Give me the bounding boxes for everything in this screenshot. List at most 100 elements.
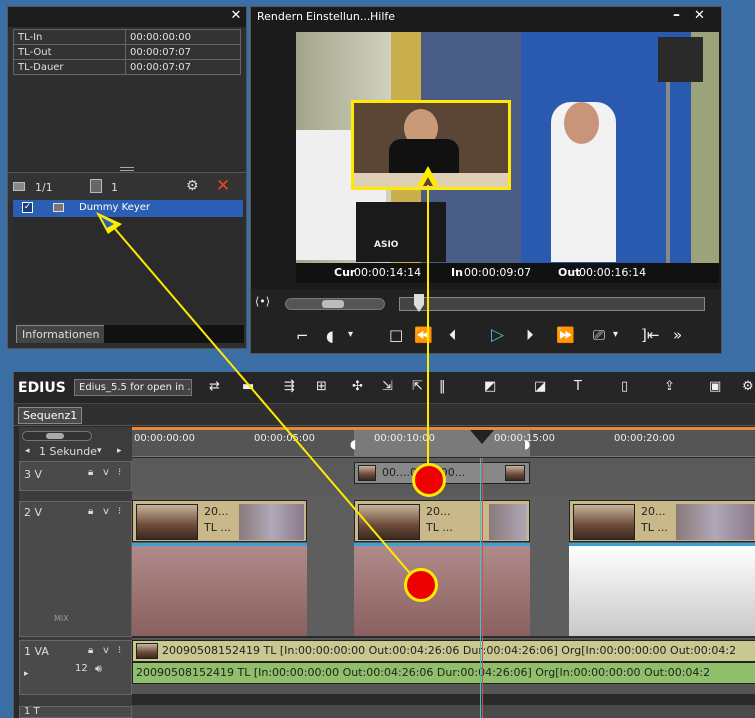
position-slider-thumb[interactable]	[414, 294, 424, 312]
expand-icon[interactable]: ▸	[24, 669, 29, 679]
toolbar-marker-icon[interactable]: ✣	[352, 379, 363, 394]
menu-einstellungen[interactable]: Einstellun...	[306, 10, 370, 23]
clip-label: 20...	[204, 505, 229, 518]
loop-icon[interactable]: ⎚	[593, 326, 605, 344]
speaker-icon[interactable]: 🔊︎	[95, 662, 102, 676]
out-point-marker-icon[interactable]: ◗	[524, 437, 530, 451]
jog-slider[interactable]	[285, 298, 385, 310]
mark-out-icon[interactable]: ◖	[326, 327, 334, 345]
fast-forward-icon[interactable]: ⏩	[556, 326, 575, 344]
info-label: TL-Dauer	[13, 59, 126, 75]
info-value: 00:00:07:07	[125, 59, 241, 75]
checkbox-checked-icon[interactable]: ✓	[22, 202, 33, 213]
step-back-icon[interactable]: ⏴	[449, 326, 457, 344]
va1-audio-clip[interactable]: 20090508152419 TL [In:00:00:00:00 Out:00…	[132, 662, 755, 684]
track-header-1t[interactable]: 1 T	[19, 706, 132, 718]
mixer-keyframe-area[interactable]	[132, 543, 307, 636]
track-header-1va[interactable]: 1 VA 🔒︎ v ⁝ ▸ 12 🔊︎	[19, 640, 132, 695]
minimize-icon[interactable]: –	[673, 7, 680, 23]
va1-video-clip[interactable]: 20090508152419 TL [In:00:00:00:00 Out:00…	[132, 640, 755, 662]
table-row: TL-Out 00:00:07:07	[13, 44, 241, 60]
toolbar-overwrite-icon[interactable]: ⇱	[412, 379, 423, 394]
video-face-right	[564, 102, 599, 144]
visibility-icon[interactable]: v	[103, 645, 109, 656]
lock-icon[interactable]: 🔒︎	[88, 506, 93, 517]
sync-icon[interactable]: ⁝	[118, 467, 121, 478]
lock-icon[interactable]: 🔒︎	[88, 645, 93, 656]
v2-clip-2[interactable]: 20... TL ...	[354, 500, 530, 542]
chevron-down-icon[interactable]: ▾	[348, 329, 353, 340]
video-keyboard	[356, 202, 446, 262]
in-point-marker-icon[interactable]: ◖	[350, 437, 356, 451]
project-name[interactable]: Edius_5.5 for open in ...	[74, 379, 192, 396]
toolbar-export-icon[interactable]: ⇪	[664, 379, 675, 394]
mark-in-icon[interactable]: ⌐	[296, 327, 309, 345]
in-label: In	[451, 266, 463, 279]
lock-icon[interactable]: 🔒︎	[88, 467, 93, 478]
menu-hilfe[interactable]: Hilfe	[370, 10, 395, 23]
splitter-handle[interactable]	[120, 167, 134, 171]
track-header-3v[interactable]: 3 V 🔒︎ v ⁝	[19, 461, 132, 491]
v2-clip-3[interactable]: 20... TL ...	[569, 500, 755, 542]
filter-settings-icon[interactable]: ⚙	[186, 178, 199, 194]
time-ruler[interactable]: 00:00:00:00 00:00:05:00 00:00:10:00 00:0…	[132, 427, 755, 457]
zoom-slider-thumb[interactable]	[46, 433, 64, 439]
toolbar-transition-icon[interactable]: ◩	[484, 379, 496, 394]
track-label: 1 VA	[24, 645, 49, 658]
tab-informationen[interactable]: Informationen	[16, 325, 106, 343]
chevron-down-icon[interactable]: ▾	[613, 329, 618, 340]
jog-slider-thumb[interactable]	[322, 300, 344, 308]
visibility-icon[interactable]: v	[103, 506, 109, 517]
play-icon[interactable]: ▷	[491, 325, 504, 345]
chevron-right-icon[interactable]: ▸	[117, 446, 122, 456]
toolbar-save-icon[interactable]: ▣	[709, 379, 721, 394]
table-row: TL-In 00:00:00:00	[13, 29, 241, 45]
shuttle-icon[interactable]: ⟨•⟩	[255, 295, 270, 308]
playhead-line	[482, 458, 483, 718]
filter-icon	[53, 203, 64, 212]
zoom-slider[interactable]	[22, 431, 92, 441]
tab-sequenz1[interactable]: Sequenz1	[18, 407, 83, 424]
chevron-left-icon[interactable]: ◂	[25, 446, 30, 456]
chevron-down-icon[interactable]: ▾	[97, 446, 102, 456]
filter-list-item[interactable]: ✓ Dummy Keyer	[13, 200, 243, 217]
zoom-label[interactable]: 1 Sekunde	[39, 445, 97, 458]
toolbar-split-icon[interactable]: ‖	[439, 379, 446, 394]
step-forward-icon[interactable]: ⏵	[526, 326, 534, 344]
close-icon[interactable]: ✕	[694, 8, 705, 23]
mixer-keyframe-area[interactable]	[354, 543, 530, 636]
info-value: 00:00:07:07	[125, 44, 241, 60]
toolbar-audio-transition-icon[interactable]: ◪	[534, 379, 546, 394]
clip-label: 20...	[641, 505, 666, 518]
toolbar-settings-icon[interactable]: ⚙	[742, 379, 754, 394]
chevron-right-icon[interactable]: »	[673, 326, 682, 344]
layer-count: 1	[111, 181, 118, 194]
track-header-2v[interactable]: 2 V 🔒︎ v ⁝ MIX	[19, 501, 132, 637]
toolbar-insert-icon[interactable]: ⇲	[382, 379, 393, 394]
sync-icon[interactable]: ⁝	[118, 506, 121, 517]
video-preview: ASIO	[296, 32, 719, 264]
toolbar-sync-icon[interactable]: ⇄	[209, 379, 220, 394]
video-speaker	[658, 37, 703, 82]
rewind-icon[interactable]: ⏪	[414, 326, 433, 344]
toolbar-title-icon[interactable]: T	[574, 379, 582, 394]
visibility-icon[interactable]: v	[103, 467, 109, 478]
info-panel-close-icon[interactable]: ✕	[228, 7, 244, 25]
toolbar-tracks-icon[interactable]: ⊞	[316, 379, 327, 394]
stop-icon[interactable]: □	[389, 326, 403, 344]
toolbar-clip-icon[interactable]: ▬	[242, 379, 254, 394]
menu-rendern[interactable]: Rendern	[257, 10, 303, 23]
clip-label: TL ...	[426, 521, 453, 534]
position-slider[interactable]	[399, 294, 705, 312]
playhead-icon[interactable]	[470, 430, 494, 444]
clip-thumbnail	[573, 504, 635, 540]
delete-icon[interactable]: ✕	[216, 176, 230, 196]
tab-strip-empty	[104, 325, 244, 343]
info-panel-titlebar[interactable]: ✕	[8, 7, 246, 27]
toolbar-new-icon[interactable]: ▯	[621, 379, 628, 394]
v2-clip-1[interactable]: 20... TL ...	[132, 500, 307, 542]
sync-icon[interactable]: ⁝	[118, 645, 121, 656]
toolbar-ripple-icon[interactable]: ⇶	[284, 379, 295, 394]
mixer-keyframe-area[interactable]	[569, 543, 755, 636]
insert-to-timeline-icon[interactable]: ]⇤	[641, 326, 659, 344]
